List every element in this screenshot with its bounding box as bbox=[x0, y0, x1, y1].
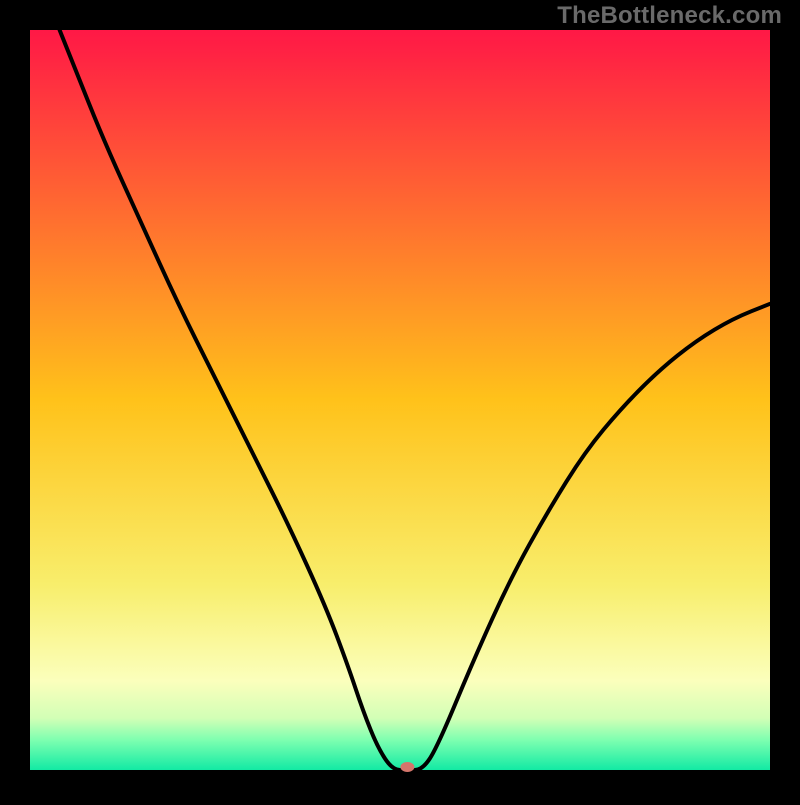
watermark-text: TheBottleneck.com bbox=[557, 2, 782, 30]
chart-svg bbox=[0, 0, 800, 800]
bottleneck-chart bbox=[0, 0, 800, 800]
optimum-marker bbox=[400, 762, 414, 772]
gradient-bg bbox=[30, 30, 770, 770]
